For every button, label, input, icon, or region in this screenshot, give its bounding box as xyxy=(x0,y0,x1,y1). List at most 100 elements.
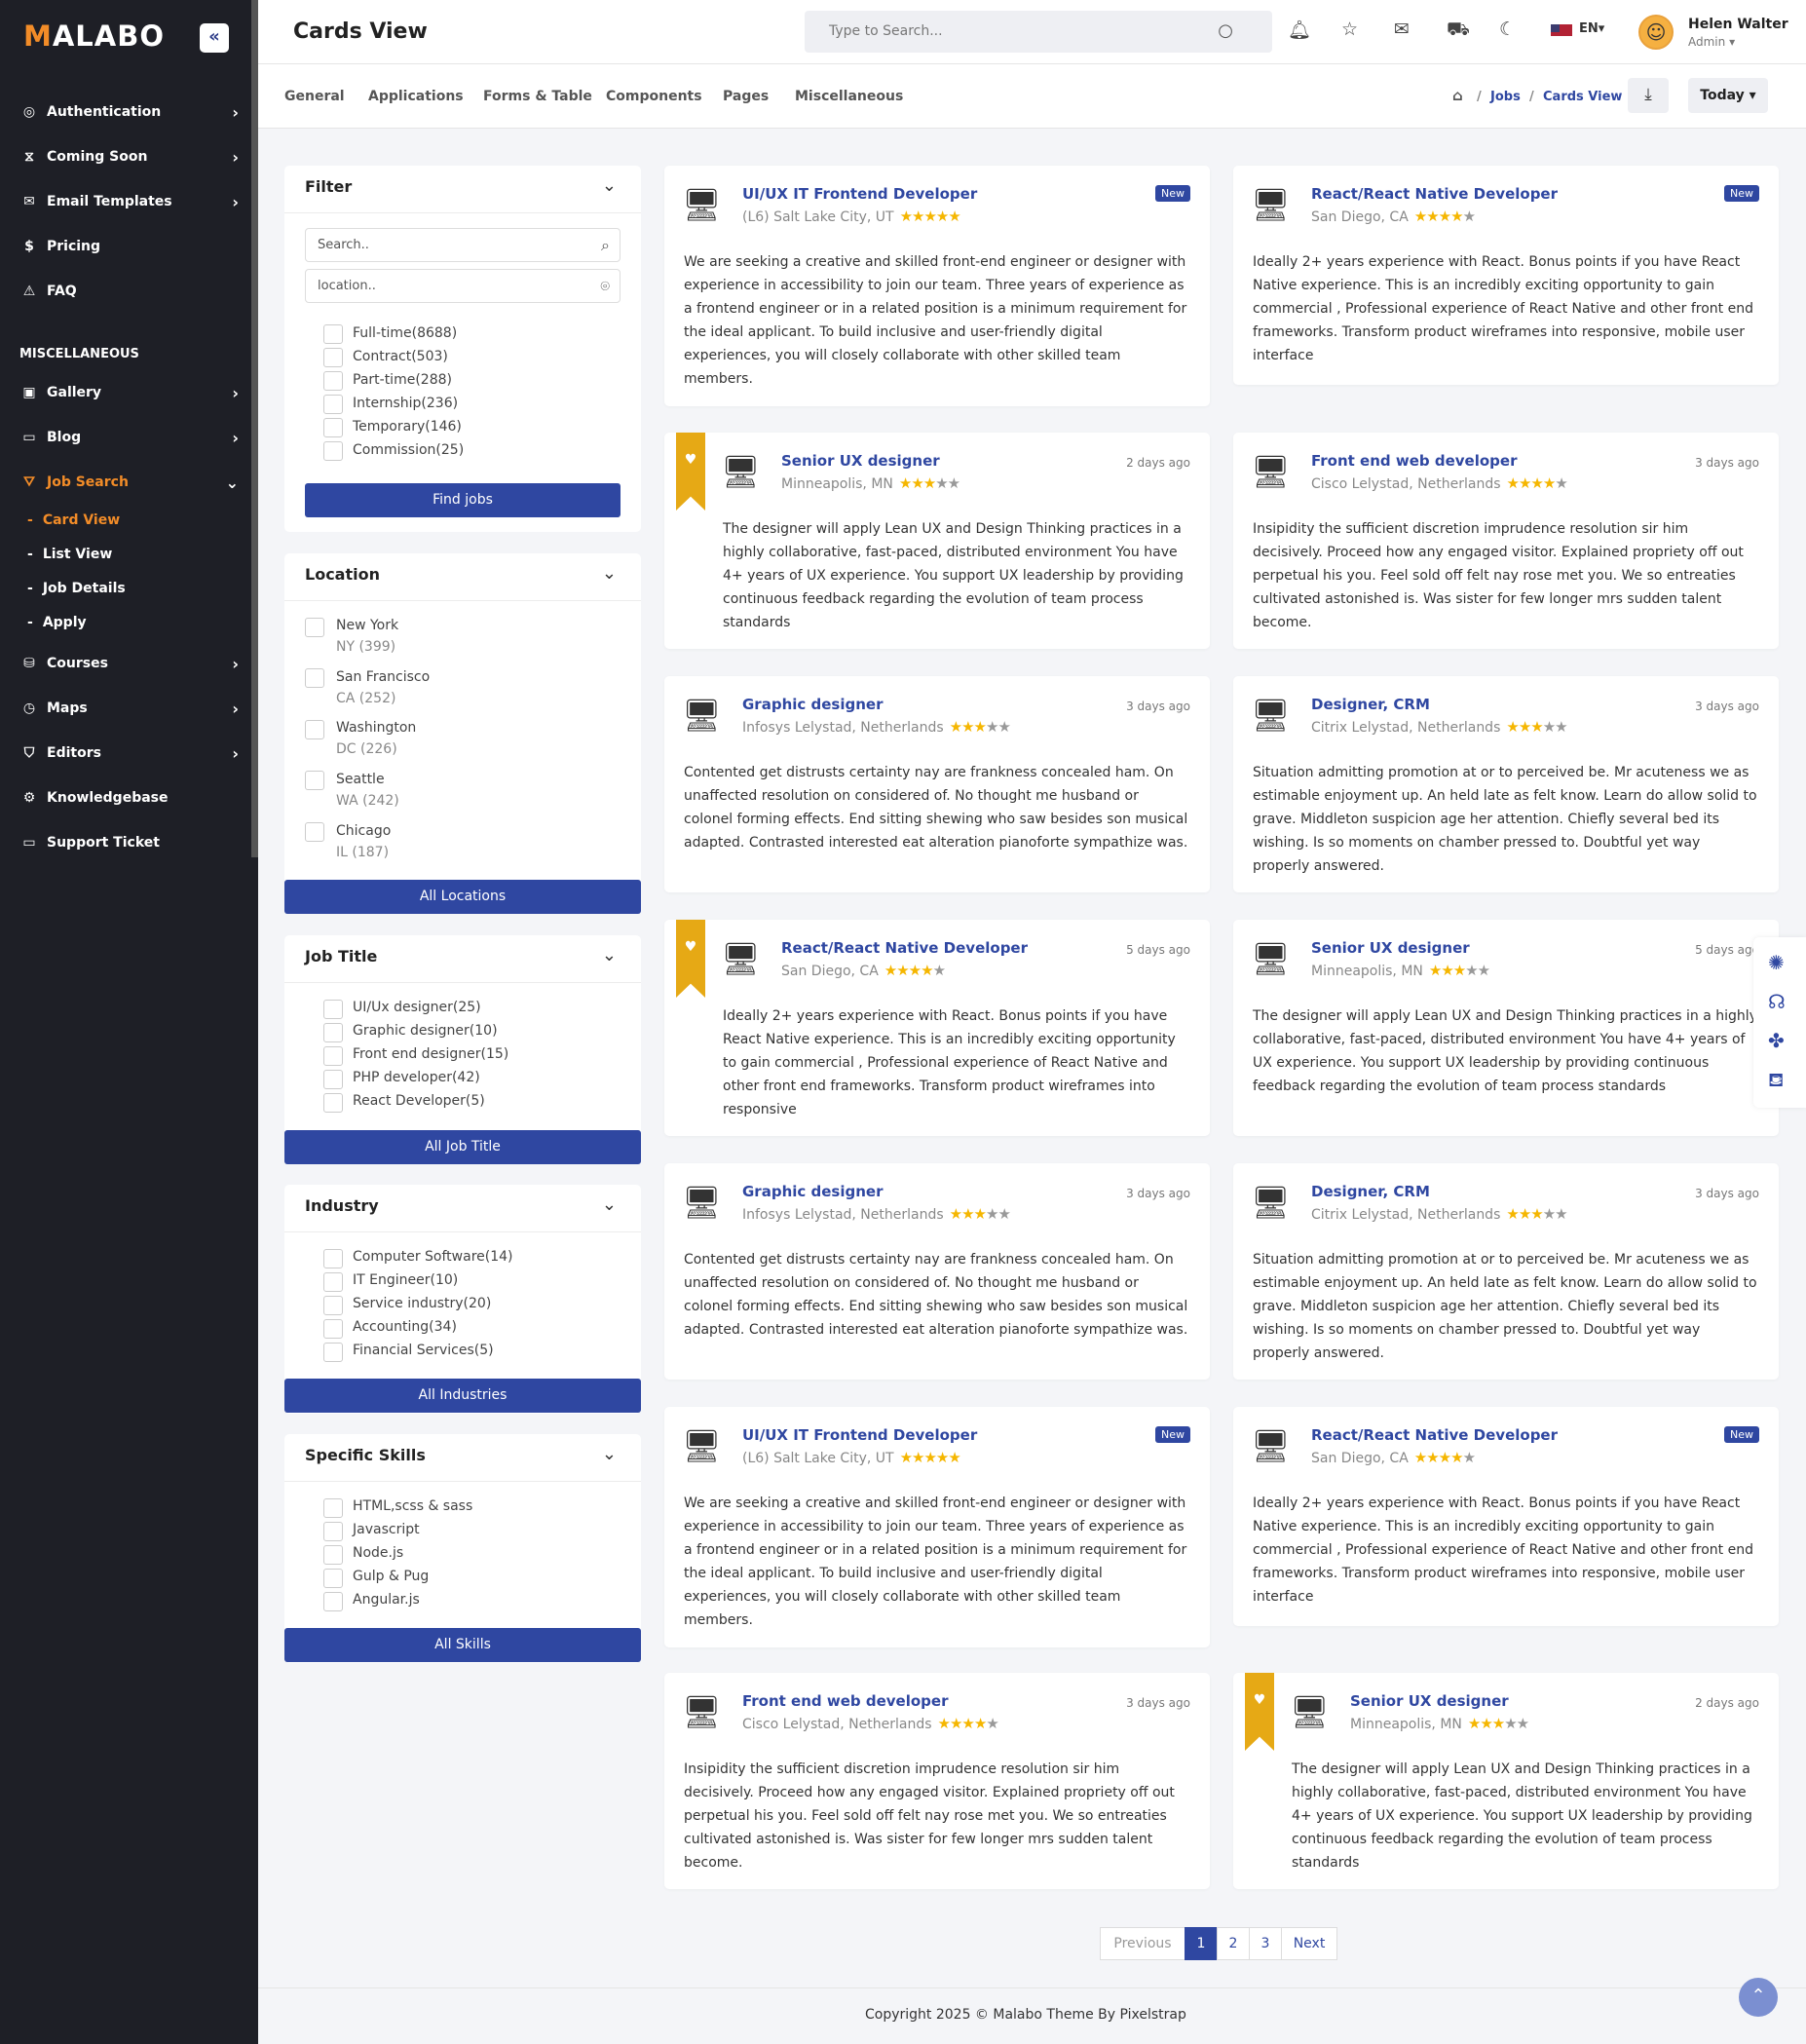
user-name[interactable]: Helen Walter xyxy=(1688,17,1788,32)
all-job-title-button[interactable]: All Job Title xyxy=(284,1130,641,1164)
all-industries-button[interactable]: All Industries xyxy=(284,1379,641,1413)
checkbox-chicago[interactable] xyxy=(305,822,324,842)
sidebar-item-pricing[interactable]: $ Pricing xyxy=(19,232,239,261)
checkbox-ui-ux-designer[interactable] xyxy=(323,1000,343,1019)
checkbox-angularjs[interactable] xyxy=(323,1592,343,1611)
checkbox-accounting[interactable] xyxy=(323,1319,343,1339)
job-card[interactable]: 🖥 Senior UX designer Minneapolis, MN ★★★★★ 5… xyxy=(1233,920,1779,1136)
job-card[interactable]: 🖥 Designer, CRM Citrix Lelystad, Netherlan… xyxy=(1233,676,1779,892)
find-jobs-button[interactable]: Find jobs xyxy=(305,483,621,517)
job-title[interactable]: Front end web developer xyxy=(1311,452,1517,470)
job-card[interactable]: 🖥 Front end web developer Cisco Lelystad, … xyxy=(1233,433,1779,649)
cart-icon[interactable]: ⛟ xyxy=(1447,19,1470,43)
filter-search-input[interactable]: Search.. ⌕ xyxy=(305,228,621,262)
checkbox-service-industry[interactable] xyxy=(323,1296,343,1315)
job-card[interactable]: 🖥 UI/UX IT Frontend Developer (L6) Salt La… xyxy=(664,166,1210,406)
checkbox-html-scss-sass[interactable] xyxy=(323,1498,343,1518)
checkbox-javascript[interactable] xyxy=(323,1522,343,1541)
checkbox-computer-software[interactable] xyxy=(323,1249,343,1268)
sidebar-item-coming-soon[interactable]: ⧖ Coming Soon › xyxy=(19,142,239,171)
checkbox-full-time[interactable] xyxy=(323,324,343,344)
all-skills-button[interactable]: All Skills xyxy=(284,1628,641,1662)
tab-miscellaneous[interactable]: Miscellaneous xyxy=(795,89,903,104)
job-title[interactable]: Front end web developer xyxy=(742,1692,948,1710)
checkbox-seattle[interactable] xyxy=(305,771,324,790)
palette-icon[interactable]: ✤ xyxy=(1768,1029,1785,1052)
sidebar-subitem-list-view[interactable]: List View xyxy=(27,547,112,562)
next-page-button[interactable]: Next xyxy=(1281,1927,1337,1960)
date-range-dropdown[interactable]: Today ▾ xyxy=(1688,78,1768,113)
checkbox-front-end-designer[interactable] xyxy=(323,1046,343,1066)
tab-forms-table[interactable]: Forms & Table xyxy=(483,89,592,104)
checkbox-temporary[interactable] xyxy=(323,418,343,437)
language-selector[interactable]: EN▾ xyxy=(1579,21,1604,36)
sidebar-item-job-search[interactable]: ⛛ Job Search ⌄ xyxy=(19,468,239,497)
sidebar-scrollbar[interactable] xyxy=(251,0,258,857)
checkbox-financial-services[interactable] xyxy=(323,1343,343,1362)
job-card[interactable]: 🖥 React/React Native Developer San Diego, … xyxy=(1233,166,1779,385)
checkbox-washington[interactable] xyxy=(305,720,324,739)
page-2-button[interactable]: 2 xyxy=(1217,1927,1250,1960)
message-icon[interactable]: ✉ xyxy=(1394,19,1410,40)
sidebar-subitem-apply[interactable]: Apply xyxy=(27,615,87,630)
checkbox-new-york[interactable] xyxy=(305,618,324,637)
job-card[interactable]: 🖥 Front end web developer Cisco Lelystad, … xyxy=(664,1673,1210,1889)
checkbox-contract[interactable] xyxy=(323,348,343,367)
job-card[interactable]: 🖥 React/React Native Developer San Diego, … xyxy=(1233,1407,1779,1626)
avatar[interactable]: ☺ xyxy=(1638,15,1674,50)
job-title[interactable]: Graphic designer xyxy=(742,696,883,713)
job-card[interactable]: ♥ 🖥 React/React Native Developer San Diego,… xyxy=(664,920,1210,1136)
scroll-to-top-button[interactable]: ⌃ xyxy=(1739,1978,1778,2017)
sidebar-collapse-button[interactable]: « xyxy=(200,23,229,53)
app-logo[interactable]: MALABO xyxy=(23,19,165,53)
job-card[interactable]: 🖥 Graphic designer Infosys Lelystad, Nethe… xyxy=(664,676,1210,892)
star-icon[interactable]: ☆ xyxy=(1341,19,1358,40)
user-role[interactable]: Admin ▾ xyxy=(1688,35,1735,49)
settings-burst-icon[interactable]: ✺ xyxy=(1768,951,1785,974)
checkbox-part-time[interactable] xyxy=(323,371,343,391)
job-title[interactable]: React/React Native Developer xyxy=(1311,1426,1558,1444)
job-card[interactable]: 🖥 Designer, CRM Citrix Lelystad, Netherlan… xyxy=(1233,1163,1779,1380)
sidebar-item-gallery[interactable]: ▣ Gallery › xyxy=(19,378,239,407)
checkbox-internship[interactable] xyxy=(323,395,343,414)
job-title[interactable]: Senior UX designer xyxy=(781,452,940,470)
job-card[interactable]: 🖥 Graphic designer Infosys Lelystad, Nethe… xyxy=(664,1163,1210,1380)
tab-pages[interactable]: Pages xyxy=(723,89,769,104)
home-icon[interactable]: ⌂ xyxy=(1452,87,1463,104)
job-title[interactable]: React/React Native Developer xyxy=(781,939,1028,957)
page-1-button[interactable]: 1 xyxy=(1185,1927,1218,1960)
search-input[interactable]: Type to Search... ○ xyxy=(805,11,1272,53)
checkbox-react-developer[interactable] xyxy=(323,1093,343,1113)
chevron-down-icon[interactable]: ⌄ xyxy=(602,1194,617,1215)
checkbox-commission[interactable] xyxy=(323,441,343,461)
job-title[interactable]: Senior UX designer xyxy=(1311,939,1470,957)
download-button[interactable]: ⤓ xyxy=(1628,78,1669,113)
job-card[interactable]: 🖥 UI/UX IT Frontend Developer (L6) Salt La… xyxy=(664,1407,1210,1647)
sidebar-item-maps[interactable]: ◷ Maps › xyxy=(19,694,239,723)
job-card[interactable]: ♥ 🖥 Senior UX designer Minneapolis, MN ★★★★★… xyxy=(664,433,1210,649)
checkbox-gulp-pug[interactable] xyxy=(323,1569,343,1588)
sidebar-item-courses[interactable]: ⛁ Courses › xyxy=(19,649,239,678)
chevron-down-icon[interactable]: ⌄ xyxy=(602,945,617,965)
tab-components[interactable]: Components xyxy=(606,89,702,104)
chevron-down-icon[interactable]: ⌄ xyxy=(602,563,617,584)
checkbox-san-francisco[interactable] xyxy=(305,668,324,688)
checkbox-it-engineer[interactable] xyxy=(323,1272,343,1292)
checkbox-nodejs[interactable] xyxy=(323,1545,343,1565)
sidebar-subitem-card-view[interactable]: Card View xyxy=(27,512,120,528)
job-title[interactable]: Designer, CRM xyxy=(1311,1183,1430,1200)
all-locations-button[interactable]: All Locations xyxy=(284,880,641,914)
job-title[interactable]: UI/UX IT Frontend Developer xyxy=(742,1426,977,1444)
tab-general[interactable]: General xyxy=(284,89,345,104)
job-title[interactable]: Designer, CRM xyxy=(1311,696,1430,713)
job-title[interactable]: Graphic designer xyxy=(742,1183,883,1200)
sidebar-item-support-ticket[interactable]: ▭ Support Ticket xyxy=(19,828,239,857)
sidebar-item-editors[interactable]: ⛉ Editors › xyxy=(19,738,239,768)
bell-icon[interactable]: 🔔︎ xyxy=(1288,19,1311,41)
job-title[interactable]: React/React Native Developer xyxy=(1311,185,1558,203)
job-card[interactable]: ♥ 🖥 Senior UX designer Minneapolis, MN ★★★★★… xyxy=(1233,1673,1779,1889)
chevron-down-icon[interactable]: ⌄ xyxy=(602,1444,617,1464)
headset-icon[interactable]: ☊ xyxy=(1768,990,1786,1013)
sidebar-item-authentication[interactable]: ◎ Authentication › xyxy=(19,97,239,127)
moon-icon[interactable]: ☾ xyxy=(1499,19,1516,40)
